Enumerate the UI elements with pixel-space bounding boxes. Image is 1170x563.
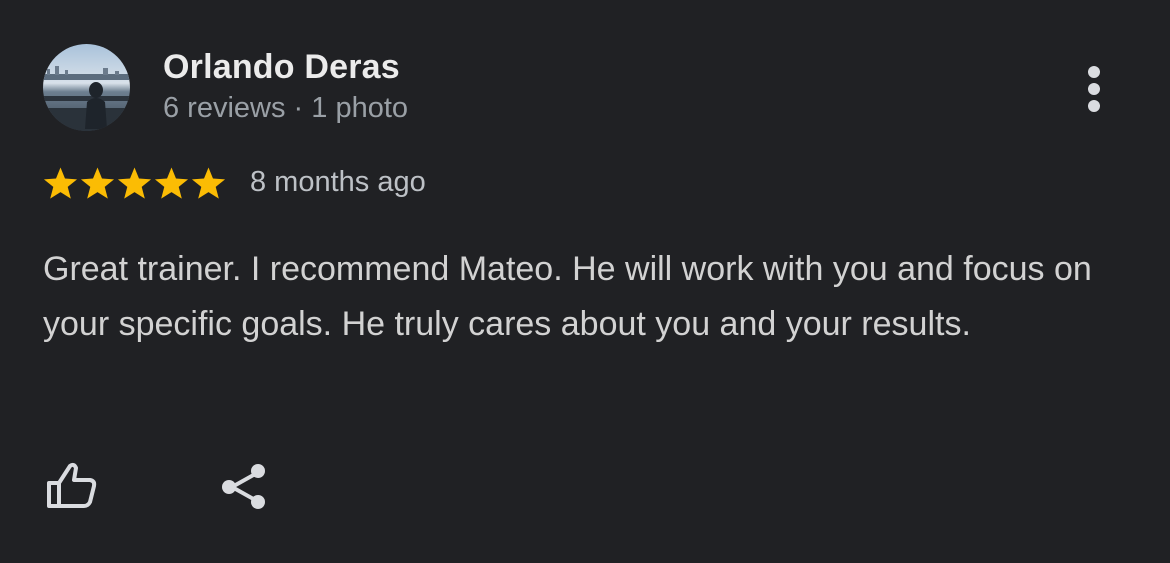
share-icon[interactable] (218, 460, 270, 512)
star-rating (42, 165, 227, 203)
avatar-photo (43, 44, 130, 131)
star-icon (191, 167, 226, 199)
review-age: 8 months ago (250, 166, 426, 198)
reviewer-avatar[interactable] (43, 44, 130, 131)
reviewer-name[interactable]: Orlando Deras (163, 48, 400, 87)
reviewer-meta: 6 reviews · 1 photo (163, 92, 409, 124)
star-icon (154, 167, 189, 199)
star-icon (80, 167, 115, 199)
star-icon (43, 167, 78, 199)
thumbs-up-icon[interactable] (40, 458, 100, 512)
review-text: Great trainer. I recommend Mateo. He wil… (43, 250, 1092, 343)
star-icon (117, 167, 152, 199)
more-vert-icon[interactable] (1078, 62, 1110, 116)
